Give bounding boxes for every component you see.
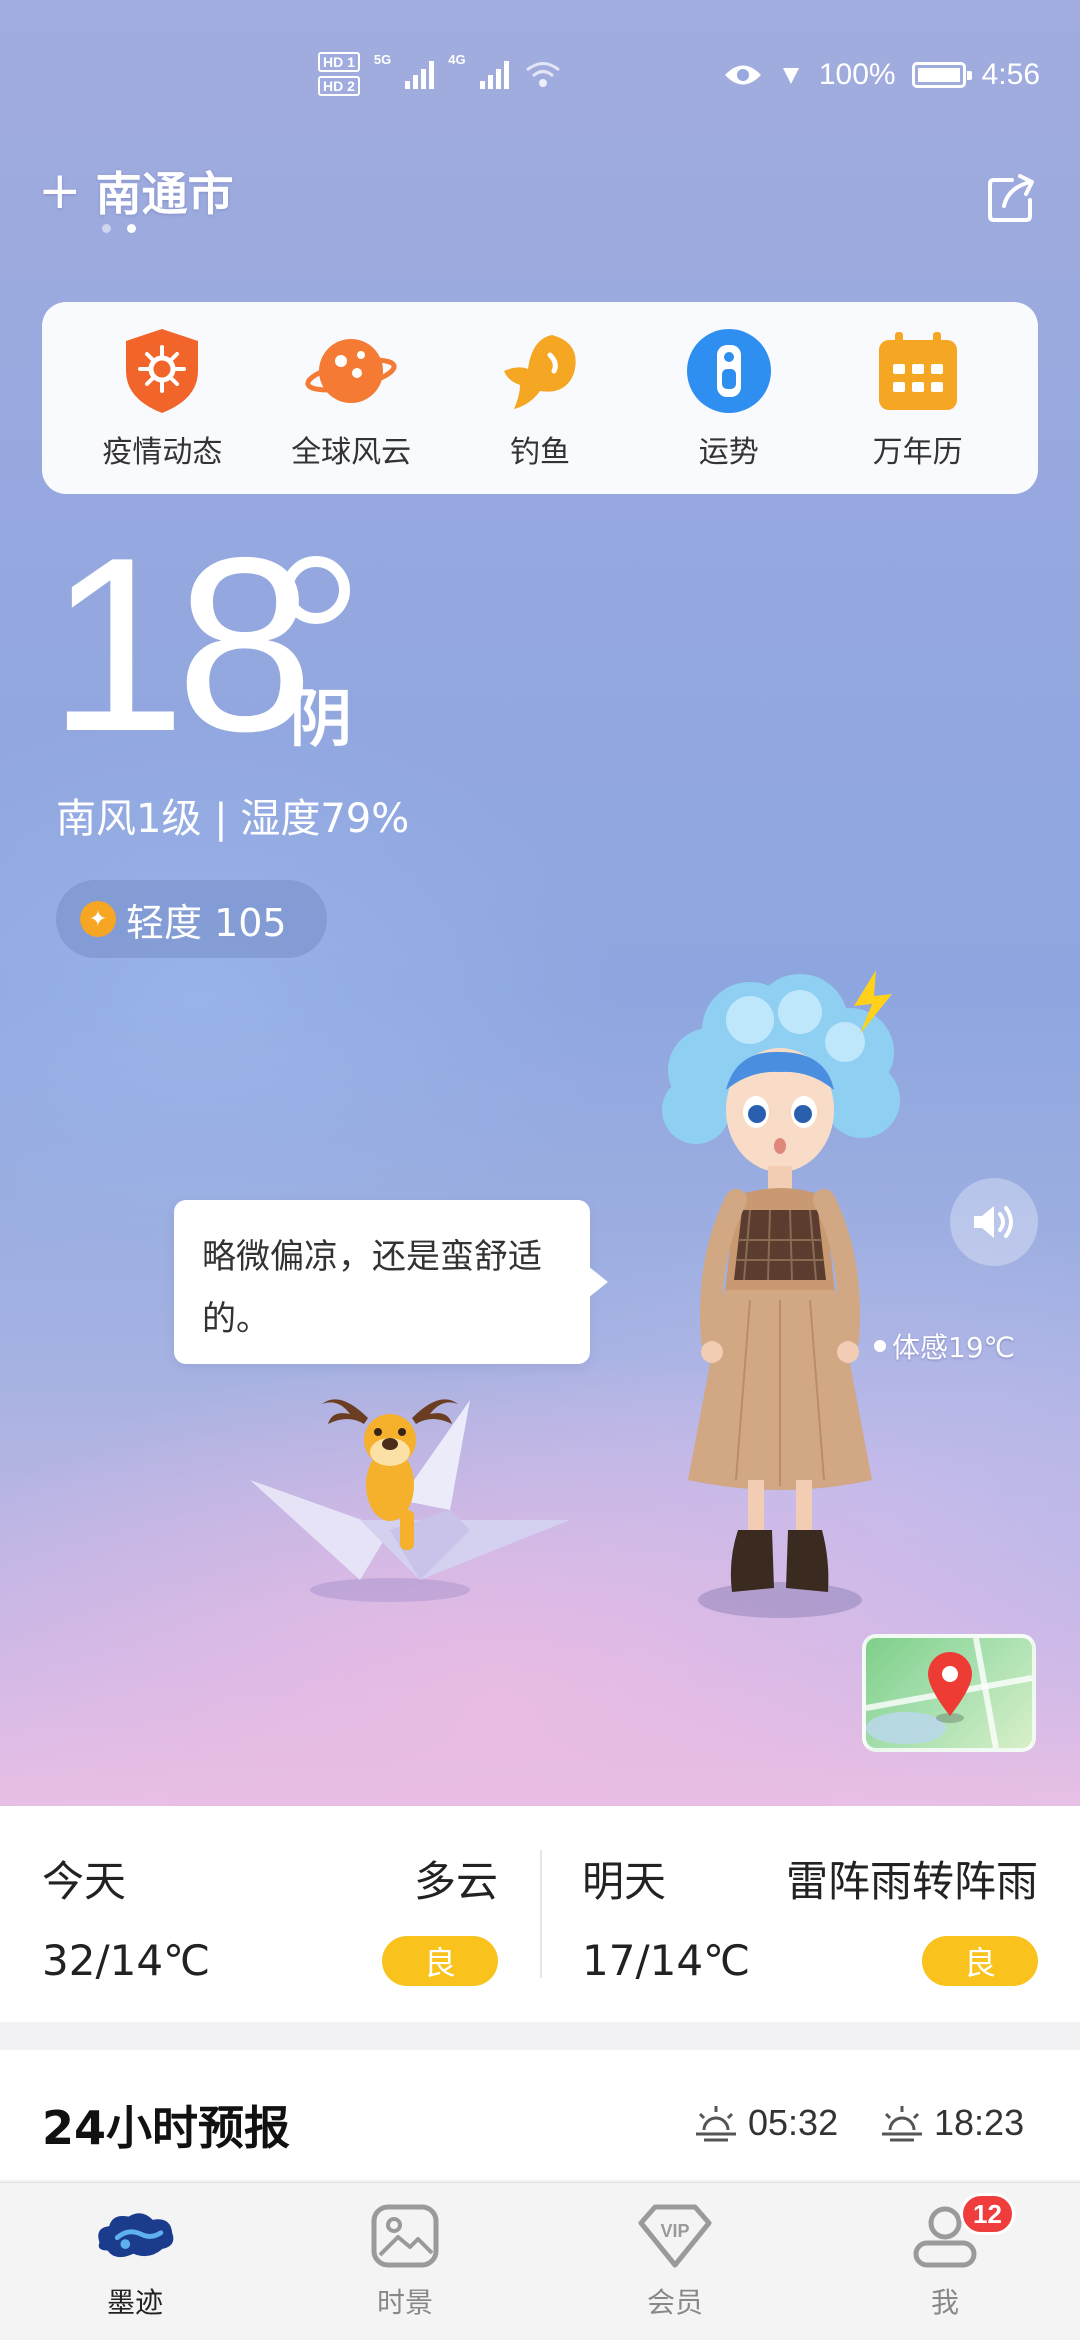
wind-humidity: 南风1级 | 湿度79% [56,796,410,842]
network-type-2: 4G [448,52,466,67]
page-dot-active [127,224,136,233]
share-icon[interactable] [982,168,1042,228]
city-selector[interactable]: + 南通市 [38,158,234,224]
photo-icon [363,2201,447,2271]
today-condition: 多云 [413,1857,498,1906]
today-card[interactable]: 今天 多云 32/14℃ 良 [0,1806,540,2022]
quick-tools-bar: 疫情动态 全球风云 钓鱼 运势 万年历 [42,302,1038,494]
nav-vip[interactable]: VIP 会员 [540,2183,810,2340]
tool-label: 全球风云 [291,435,412,470]
page-indicator [102,224,136,233]
sunset-time: 18:23 [934,2102,1025,2143]
sunrise: 05:32 [694,2102,838,2144]
aqi-text: 轻度 105 [126,900,287,945]
tool-label: 疫情动态 [102,435,223,470]
plus-icon[interactable]: + [38,165,82,217]
tool-label: 钓鱼 [509,435,570,470]
page-dot [102,224,111,233]
nav-me[interactable]: 我 12 [810,2183,1080,2340]
notification-badge: 12 [960,2193,1015,2235]
map-pin-icon [866,1638,1032,1748]
daily-summary: 今天 多云 32/14℃ 良 明天 雷阵雨转阵雨 17/14℃ 良 [0,1806,1080,2022]
battery-icon [911,62,972,88]
city-name: 南通市 [95,167,234,221]
tool-fishing[interactable]: 钓鱼 [465,325,615,471]
sunrise-icon [696,2106,736,2142]
today-label: 今天 [42,1857,127,1906]
sim2-label: HD 2 [318,76,360,96]
moji-cloud-icon [93,2201,177,2271]
nav-label: 会员 [646,2286,703,2319]
planet-icon [305,325,397,417]
nav-scenery[interactable]: 时景 [270,2183,540,2340]
current-temperature: 18 [48,505,314,783]
crane-deer-mascot[interactable] [240,1380,580,1610]
hourly-forecast-header: 24小时预报 05:32 18:23 [0,2050,1080,2180]
nav-moji[interactable]: 墨迹 [0,2183,270,2340]
status-left: HD 1 HD 2 5G 4G [318,52,563,96]
fish-icon [494,325,586,417]
weather-hero: HD 1 HD 2 5G 4G 100% 4:56 + 南通市 疫情动态 全球风… [0,0,1080,1806]
weather-girl-avatar[interactable] [640,960,920,1620]
sunrise-time: 05:32 [748,2102,839,2143]
status-right: 100% 4:56 [723,58,1040,92]
tomorrow-condition: 雷阵雨转阵雨 [785,1857,1038,1906]
signal-icon [405,59,435,89]
aqi-leaf-icon: ✦ [80,901,116,937]
eye-icon [724,65,761,85]
tomorrow-temp: 17/14℃ [582,1936,751,1985]
sunset: 18:23 [880,2102,1024,2144]
sim1-label: HD 1 [318,52,360,72]
tomorrow-aqi-badge: 良 [922,1936,1038,1986]
notification-icon [782,68,799,84]
current-condition: 阴 [290,682,353,755]
aqi-chip[interactable]: ✦ 轻度 105 [56,880,327,958]
vip-diamond-icon: VIP [633,2201,717,2271]
tomorrow-label: 明天 [582,1857,667,1906]
today-temp: 32/14℃ [42,1936,211,1985]
virus-shield-icon [116,325,208,417]
sunset-icon [882,2106,922,2142]
hourly-forecast-title: 24小时预报 [42,2101,291,2155]
nav-label: 时景 [376,2286,433,2319]
feels-like-label: 体感19℃ [874,1326,1015,1366]
assistant-speech-bubble[interactable]: 略微偏凉，还是蛮舒适的。 [174,1200,608,1364]
status-bar: HD 1 HD 2 5G 4G 100% 4:56 [0,52,1080,112]
speaker-icon [974,1206,1013,1238]
nav-label: 墨迹 [106,2286,163,2319]
calendar-icon [872,325,964,417]
tool-epidemic[interactable]: 疫情动态 [87,325,237,471]
wifi-icon [525,62,560,87]
network-type-1: 5G [373,52,392,67]
tool-global[interactable]: 全球风云 [276,325,426,471]
tool-label: 运势 [698,435,759,470]
tool-fortune[interactable]: 运势 [654,325,804,471]
signal-icon [479,59,509,89]
tomorrow-card[interactable]: 明天 雷阵雨转阵雨 17/14℃ 良 [540,1806,1080,2022]
nav-label: 我 [930,2286,959,2319]
weather-map-button[interactable] [862,1634,1036,1752]
tool-label: 万年历 [872,435,963,470]
fortune-icon [683,325,775,417]
clock: 4:56 [981,58,1040,91]
svg-text:VIP: VIP [660,2221,689,2241]
bottom-nav: 墨迹 时景 VIP 会员 我 12 [0,2182,1080,2340]
today-aqi-badge: 良 [382,1936,498,1986]
degree-symbol [282,556,350,624]
tool-calendar[interactable]: 万年历 [843,325,993,471]
voice-broadcast-button[interactable] [950,1178,1038,1266]
battery-percent: 100% [818,58,896,91]
